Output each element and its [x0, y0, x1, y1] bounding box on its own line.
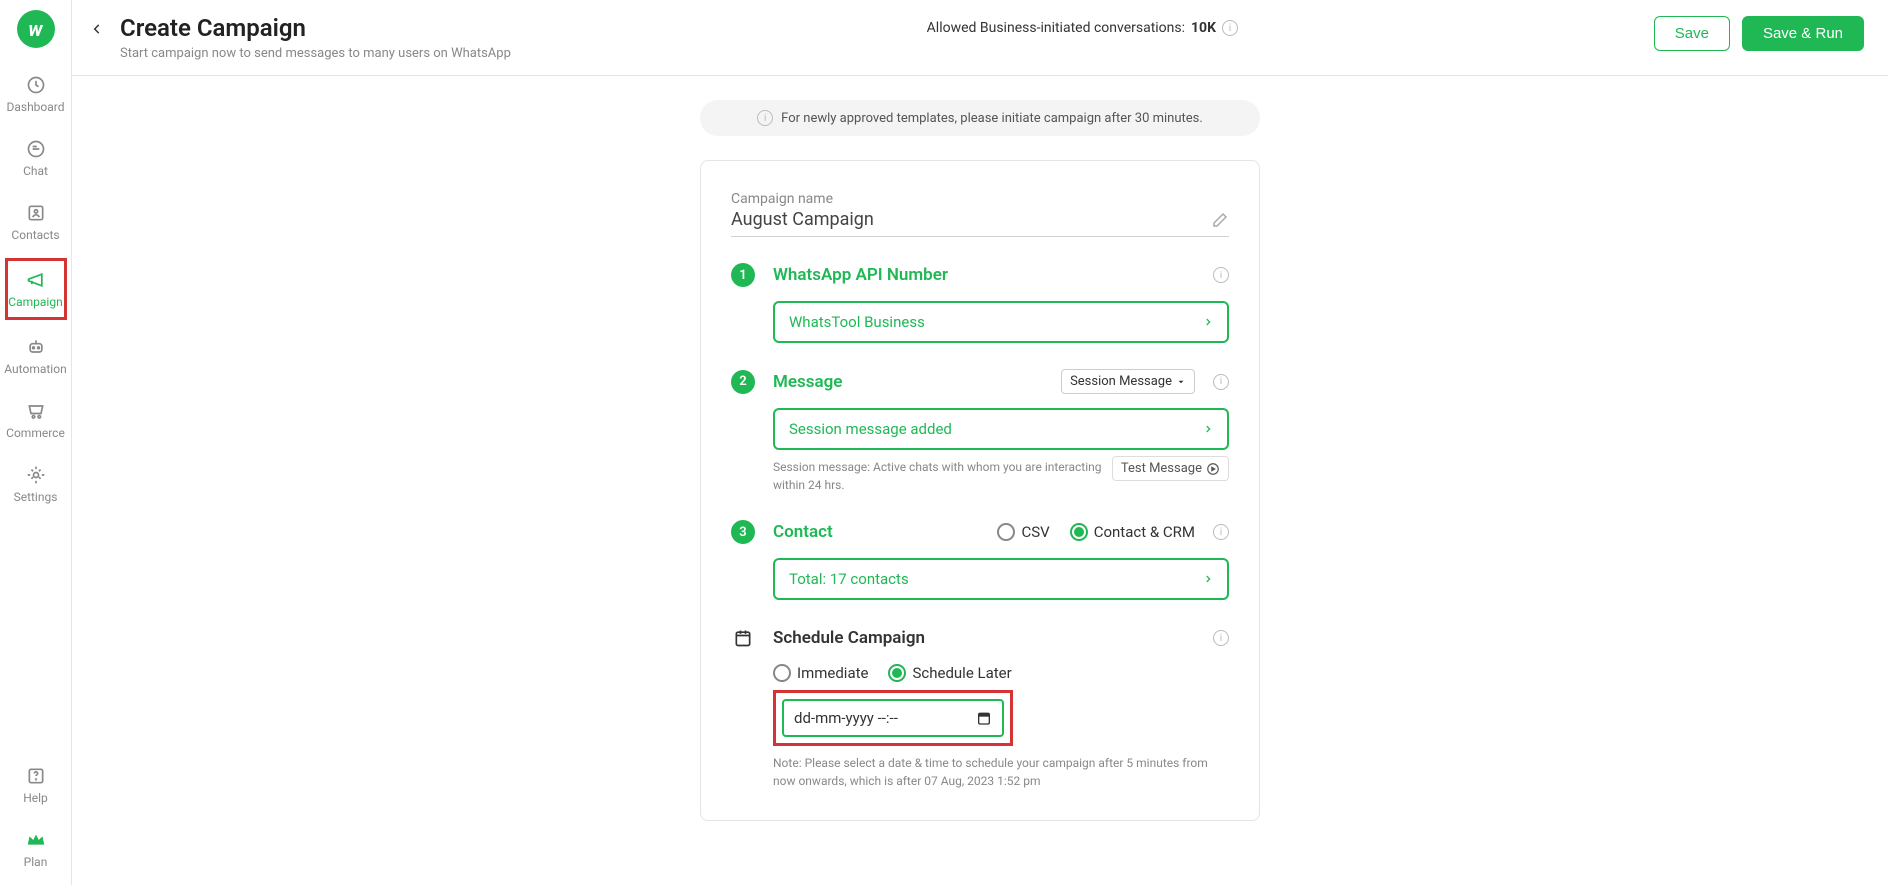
schedule-radio: Immediate Schedule Later — [773, 664, 1229, 682]
sidebar-item-commerce[interactable]: Commerce — [5, 392, 67, 448]
message-hint: Session message: Active chats with whom … — [773, 458, 1102, 494]
step-2-header: 2 Message Session Message i — [731, 369, 1229, 394]
calendar-icon — [731, 626, 755, 650]
sidebar-item-settings[interactable]: Settings — [5, 456, 67, 512]
message-type-dropdown[interactable]: Session Message — [1061, 369, 1195, 394]
chevron-right-icon — [1203, 314, 1213, 330]
header-actions: Save Save & Run — [1654, 14, 1864, 51]
calendar-icon — [976, 710, 992, 726]
save-run-button[interactable]: Save & Run — [1742, 16, 1864, 51]
chevron-down-icon — [1176, 377, 1186, 387]
save-button[interactable]: Save — [1654, 16, 1730, 51]
dashboard-icon — [25, 74, 47, 96]
edit-icon[interactable] — [1211, 211, 1229, 229]
step-number: 2 — [731, 370, 755, 394]
content: i For newly approved templates, please i… — [72, 76, 1888, 885]
sidebar-label: Dashboard — [6, 100, 64, 114]
sidebar-label: Chat — [23, 164, 48, 178]
header: Create Campaign Start campaign now to se… — [72, 0, 1888, 76]
date-input[interactable]: dd-mm-yyyy --:-- — [782, 699, 1004, 737]
play-icon — [1206, 462, 1220, 476]
info-icon[interactable]: i — [1213, 374, 1229, 390]
sidebar-label: Campaign — [8, 295, 62, 309]
sidebar-item-help[interactable]: Help — [5, 757, 67, 813]
allowed-prefix: Allowed Business-initiated conversations… — [927, 20, 1185, 36]
radio-icon — [773, 664, 791, 682]
crown-icon — [25, 829, 47, 851]
schedule-title: Schedule Campaign — [773, 628, 1195, 648]
date-placeholder: dd-mm-yyyy --:-- — [794, 709, 898, 727]
schedule-header: Schedule Campaign i — [731, 626, 1229, 650]
sidebar-label: Plan — [24, 855, 48, 869]
radio-icon — [1070, 523, 1088, 541]
step-1-header: 1 WhatsApp API Number i — [731, 263, 1229, 287]
chat-icon — [25, 138, 47, 160]
message-select[interactable]: Session message added — [773, 408, 1229, 450]
sidebar: w Dashboard Chat Contacts Campaign Autom… — [0, 0, 72, 885]
main: Create Campaign Start campaign now to se… — [72, 0, 1888, 885]
contact-select[interactable]: Total: 17 contacts — [773, 558, 1229, 600]
radio-crm[interactable]: Contact & CRM — [1070, 523, 1195, 541]
page-title: Create Campaign — [120, 14, 511, 42]
radio-immediate[interactable]: Immediate — [773, 664, 868, 682]
info-icon[interactable]: i — [1213, 524, 1229, 540]
info-icon[interactable]: i — [1213, 267, 1229, 283]
date-highlight: dd-mm-yyyy --:-- — [773, 690, 1013, 746]
contact-source-radio: CSV Contact & CRM — [997, 523, 1195, 541]
megaphone-icon — [25, 269, 47, 291]
sidebar-item-plan[interactable]: Plan — [5, 821, 67, 877]
page-subtitle: Start campaign now to send messages to m… — [120, 46, 511, 61]
title-block: Create Campaign Start campaign now to se… — [120, 14, 511, 61]
api-number-value: WhatsTool Business — [789, 313, 925, 331]
app-logo: w — [17, 10, 55, 48]
sidebar-item-automation[interactable]: Automation — [5, 328, 67, 384]
help-icon — [25, 765, 47, 787]
contacts-icon — [25, 202, 47, 224]
radio-icon — [997, 523, 1015, 541]
campaign-card: Campaign name August Campaign 1 WhatsApp… — [700, 160, 1260, 821]
sidebar-label: Automation — [4, 362, 66, 376]
radio-csv[interactable]: CSV — [997, 523, 1049, 541]
info-icon[interactable]: i — [1213, 630, 1229, 646]
info-icon[interactable]: i — [1222, 20, 1238, 36]
notice-banner: i For newly approved templates, please i… — [700, 100, 1260, 136]
radio-schedule-later[interactable]: Schedule Later — [888, 664, 1011, 682]
step-3-header: 3 Contact CSV Contact & CRM i — [731, 520, 1229, 544]
schedule-note: Note: Please select a date & time to sch… — [773, 754, 1229, 790]
robot-icon — [25, 336, 47, 358]
campaign-name-row: August Campaign — [731, 209, 1229, 237]
sidebar-item-chat[interactable]: Chat — [5, 130, 67, 186]
sidebar-label: Help — [23, 791, 48, 805]
dropdown-value: Session Message — [1070, 374, 1172, 389]
campaign-name-label: Campaign name — [731, 191, 1229, 207]
sidebar-item-contacts[interactable]: Contacts — [5, 194, 67, 250]
sidebar-item-campaign[interactable]: Campaign — [5, 258, 67, 320]
step-title: Contact — [773, 522, 979, 542]
chevron-right-icon — [1203, 421, 1213, 437]
api-number-select[interactable]: WhatsTool Business — [773, 301, 1229, 343]
step-title: WhatsApp API Number — [773, 265, 1195, 285]
contact-value: Total: 17 contacts — [789, 570, 909, 588]
step-number: 1 — [731, 263, 755, 287]
notice-text: For newly approved templates, please ini… — [781, 111, 1203, 126]
test-message-button[interactable]: Test Message — [1112, 456, 1229, 481]
sidebar-label: Settings — [14, 490, 58, 504]
sidebar-label: Commerce — [6, 426, 65, 440]
back-button[interactable] — [90, 14, 104, 40]
gear-icon — [25, 464, 47, 486]
sidebar-label: Contacts — [11, 228, 59, 242]
cart-icon — [25, 400, 47, 422]
chevron-right-icon — [1203, 571, 1213, 587]
sidebar-item-dashboard[interactable]: Dashboard — [5, 66, 67, 122]
info-icon: i — [757, 110, 773, 126]
radio-icon — [888, 664, 906, 682]
allowed-value: 10K — [1191, 20, 1216, 36]
campaign-name-value: August Campaign — [731, 209, 874, 230]
header-allowed: Allowed Business-initiated conversations… — [527, 14, 1638, 36]
step-title: Message — [773, 372, 1043, 392]
message-value: Session message added — [789, 420, 952, 438]
step-number: 3 — [731, 520, 755, 544]
